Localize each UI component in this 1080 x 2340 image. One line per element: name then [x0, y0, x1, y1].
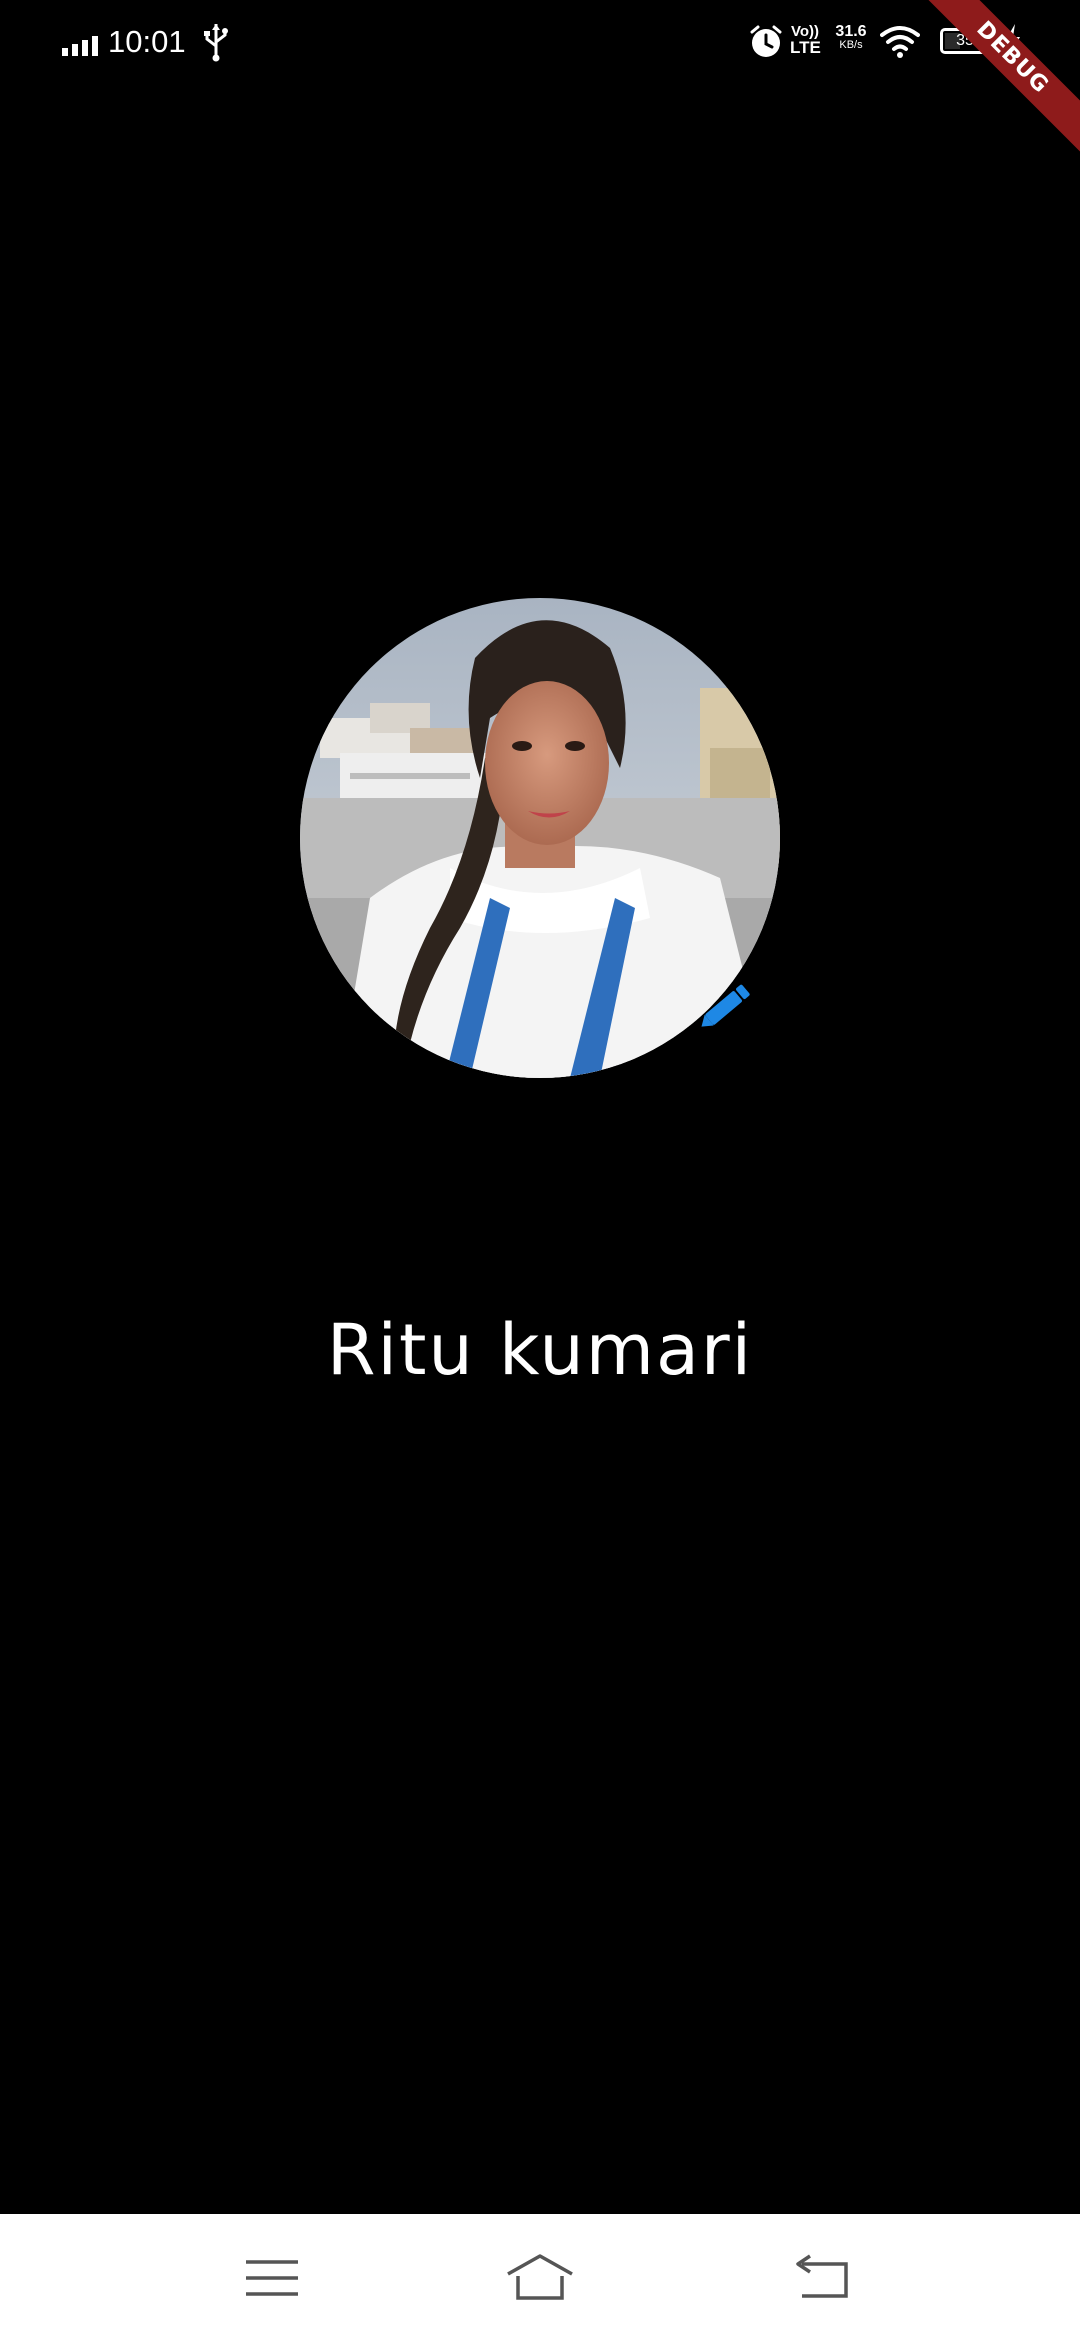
status-bar: 10:01 Vo)) LTE 31.6 KB/s 35	[0, 0, 1080, 86]
volte-indicator: Vo)) LTE	[790, 23, 821, 57]
menu-icon[interactable]	[232, 2250, 312, 2306]
signal-icon	[62, 36, 98, 56]
volte-label: Vo))	[790, 23, 820, 40]
back-icon[interactable]	[782, 2250, 862, 2306]
pencil-icon[interactable]	[694, 974, 758, 1038]
status-time: 10:01	[108, 24, 186, 59]
alarm-icon	[750, 25, 782, 57]
wifi-icon	[880, 26, 920, 58]
profile-name: Ritu kumari	[326, 1309, 754, 1391]
navigation-bar	[0, 2214, 1080, 2340]
speed-unit: KB/s	[839, 39, 863, 51]
home-icon[interactable]	[500, 2250, 580, 2306]
network-speed: 31.6 KB/s	[834, 24, 868, 51]
lte-label: LTE	[790, 38, 821, 57]
usb-icon	[204, 24, 228, 62]
profile-screen: 10:01 Vo)) LTE 31.6 KB/s 35 DEBUG Ritu k…	[0, 0, 1080, 2340]
speed-value: 31.6	[835, 23, 867, 40]
